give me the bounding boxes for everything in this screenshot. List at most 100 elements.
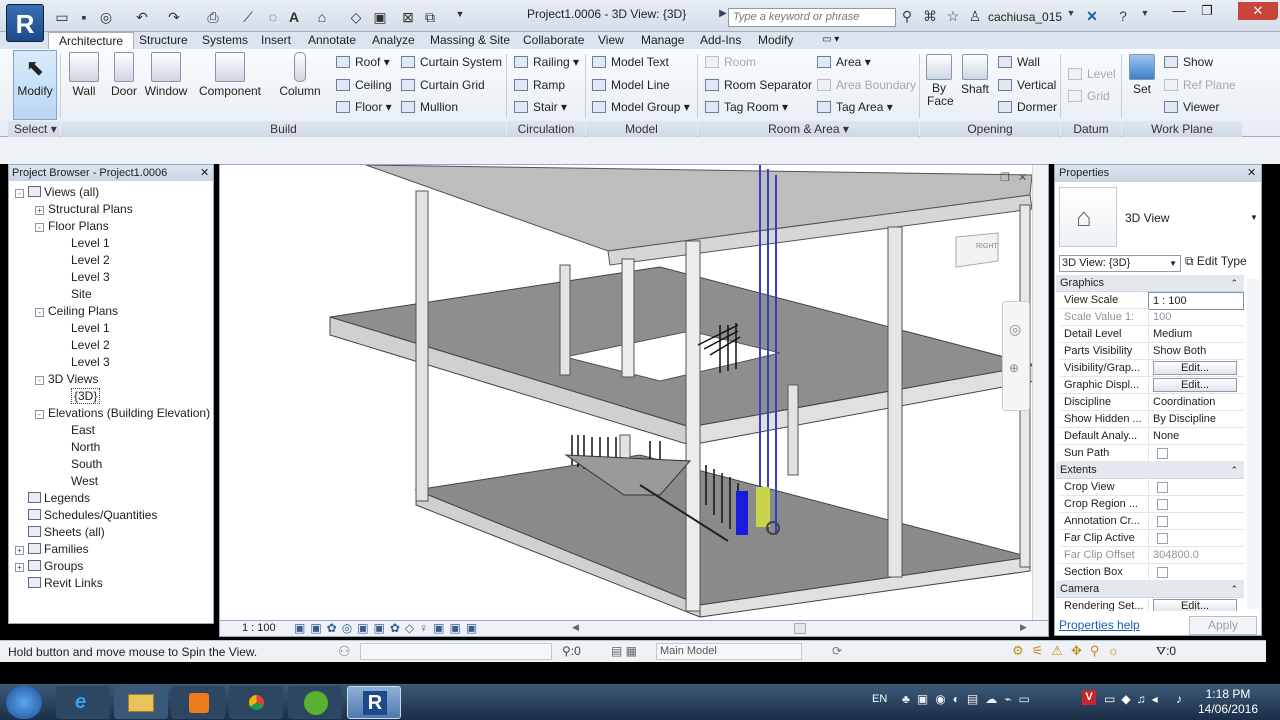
application-menu-button[interactable]: R [6, 4, 44, 42]
tab-insert[interactable]: Insert [261, 32, 291, 49]
viewer-button[interactable]: Viewer [1164, 98, 1219, 116]
ie-taskbar-icon[interactable]: e [56, 686, 110, 719]
zoom-icon[interactable]: ⊕ [1009, 361, 1019, 375]
minimize-button[interactable]: — [1166, 2, 1192, 20]
help-icon[interactable]: ? [1114, 8, 1132, 24]
property-checkbox[interactable] [1157, 499, 1168, 510]
property-checkbox[interactable] [1157, 448, 1168, 459]
edit-button[interactable]: Edit... [1153, 361, 1237, 375]
wall-opening-button[interactable]: Wall [998, 53, 1040, 71]
vertical-scrollbar[interactable] [1032, 165, 1048, 620]
ribbon-minimize-icon[interactable]: ▭ ▾ [822, 32, 839, 49]
search-input[interactable]: Type a keyword or phrase [728, 8, 896, 27]
door-button[interactable]: Door [107, 52, 141, 98]
subscription-icon[interactable]: ⌘ [921, 8, 939, 25]
model-line-button[interactable]: Model Line [592, 76, 670, 94]
dormer-button[interactable]: Dormer [998, 98, 1057, 116]
curtain-grid-button[interactable]: Curtain Grid [401, 76, 485, 94]
filter-status[interactable]: ⛛:0 [1156, 644, 1176, 659]
language-indicator[interactable]: EN [872, 693, 887, 705]
editable-only-icon[interactable]: ▤ ▦ [611, 644, 637, 658]
area-boundary-button[interactable]: Area Boundary [817, 76, 916, 94]
property-value[interactable]: By Discipline [1148, 411, 1244, 427]
property-value[interactable]: Show Both [1148, 343, 1244, 359]
3d-view-icon[interactable]: ⌂ [314, 9, 330, 25]
apply-button[interactable]: Apply [1189, 616, 1257, 635]
property-value[interactable]: None [1148, 428, 1244, 444]
level-button[interactable]: Level [1068, 65, 1116, 83]
print-icon[interactable]: ⎙ [205, 9, 221, 26]
app-taskbar-icon[interactable] [288, 686, 342, 719]
type-dropdown-icon[interactable]: ▼ [1250, 213, 1258, 222]
property-checkbox[interactable] [1157, 533, 1168, 544]
tag-area-button[interactable]: Tag Area ▾ [817, 98, 893, 116]
steering-wheel-icon[interactable]: ◎ [1009, 321, 1021, 338]
properties-help-link[interactable]: Properties help [1059, 618, 1140, 632]
tab-systems[interactable]: Systems [202, 32, 248, 49]
property-group-header[interactable]: Graphics ⌃ [1056, 275, 1244, 292]
panel-room-area[interactable]: Room & Area ▾ [698, 121, 919, 137]
browser-tree-item[interactable]: - Views (all) [9, 184, 213, 201]
browser-tree-item[interactable]: Schedules/Quantities [9, 507, 213, 524]
mullion-button[interactable]: Mullion [401, 98, 458, 116]
grid-button[interactable]: Grid [1068, 87, 1110, 105]
volume-icon[interactable]: ♪ [1176, 692, 1182, 706]
railing-button[interactable]: Railing ▾ [514, 53, 579, 71]
collapse-icon[interactable]: - [35, 223, 44, 232]
sync-icon[interactable]: ◎ [98, 9, 114, 26]
browser-tree-item[interactable]: Level 2 [9, 337, 213, 354]
maximize-button[interactable]: ❐ [1194, 2, 1220, 20]
browser-tree-item[interactable]: {3D} [9, 388, 213, 405]
shaft-button[interactable]: Shaft [958, 54, 992, 96]
selection-options-icons[interactable]: ⚙⚟⚠✥⚲☼ [1012, 643, 1127, 659]
worksets-icon[interactable]: ⚇ [338, 643, 351, 660]
property-value[interactable]: 100 [1148, 309, 1244, 325]
browser-tree-item[interactable]: North [9, 439, 213, 456]
room-button[interactable]: Room [705, 53, 756, 71]
antivirus-tray-icon[interactable]: V [1082, 690, 1096, 705]
browser-tree-item[interactable]: East [9, 422, 213, 439]
close-icon[interactable]: ✕ [1247, 166, 1256, 179]
browser-tree-item[interactable]: -3D Views [9, 371, 213, 388]
dimension-icon[interactable]: ◌ [265, 9, 281, 25]
user-dropdown-icon[interactable]: ▼ [1062, 8, 1080, 18]
binoculars-icon[interactable]: ⚲ [898, 8, 916, 25]
ramp-button[interactable]: Ramp [514, 76, 565, 94]
property-value[interactable]: Edit... [1148, 598, 1244, 611]
expand-icon[interactable]: + [15, 546, 24, 555]
collapse-icon[interactable]: ⌃ [1230, 462, 1238, 479]
stair-button[interactable]: Stair ▾ [514, 98, 567, 116]
browser-tree-item[interactable]: Level 3 [9, 354, 213, 371]
type-name[interactable]: 3D View [1125, 211, 1169, 225]
property-checkbox[interactable] [1157, 516, 1168, 527]
property-value[interactable]: Edit... [1148, 360, 1244, 376]
browser-tree-item[interactable]: Level 3 [9, 269, 213, 286]
exclude-options-icon[interactable]: ⟳ [832, 644, 842, 658]
browser-tree-item[interactable]: Site [9, 286, 213, 303]
property-value[interactable]: Edit... [1148, 377, 1244, 393]
panel-select[interactable]: Select ▾ [8, 121, 60, 137]
tab-architecture[interactable]: Architecture [48, 32, 135, 50]
navigation-bar[interactable] [1002, 301, 1030, 411]
tab-massing-site[interactable]: Massing & Site [430, 32, 510, 49]
property-value[interactable]: 1 : 100 [1148, 292, 1244, 310]
viewcube-face[interactable]: RIGHT [976, 243, 998, 250]
edit-type-button[interactable]: ⧉ Edit Type [1185, 254, 1247, 269]
tray-icons-2[interactable]: ▭◆♫◂ [1104, 692, 1164, 706]
browser-tree-item[interactable]: + Structural Plans [9, 201, 213, 218]
browser-tree-item[interactable]: Legends [9, 490, 213, 507]
undo-icon[interactable]: ↶ [134, 9, 150, 26]
revit-taskbar-icon[interactable]: R [347, 686, 401, 719]
workset-dropdown[interactable] [360, 643, 552, 660]
ref-plane-button[interactable]: Ref Plane [1164, 76, 1236, 94]
text-icon[interactable]: A [286, 9, 302, 25]
tab-manage[interactable]: Manage [641, 32, 684, 49]
expand-icon[interactable]: + [35, 206, 44, 215]
property-value[interactable]: 304800.0 [1148, 547, 1244, 563]
browser-tree-item[interactable]: - Elevations (Building Elevation) [9, 405, 213, 422]
property-group-header[interactable]: Extents ⌃ [1056, 462, 1244, 479]
component-button[interactable]: Component [198, 52, 262, 98]
roof-button[interactable]: Roof ▾ [336, 53, 390, 71]
customize-qat-icon[interactable]: ▼ [452, 9, 468, 19]
start-button[interactable] [6, 686, 42, 719]
